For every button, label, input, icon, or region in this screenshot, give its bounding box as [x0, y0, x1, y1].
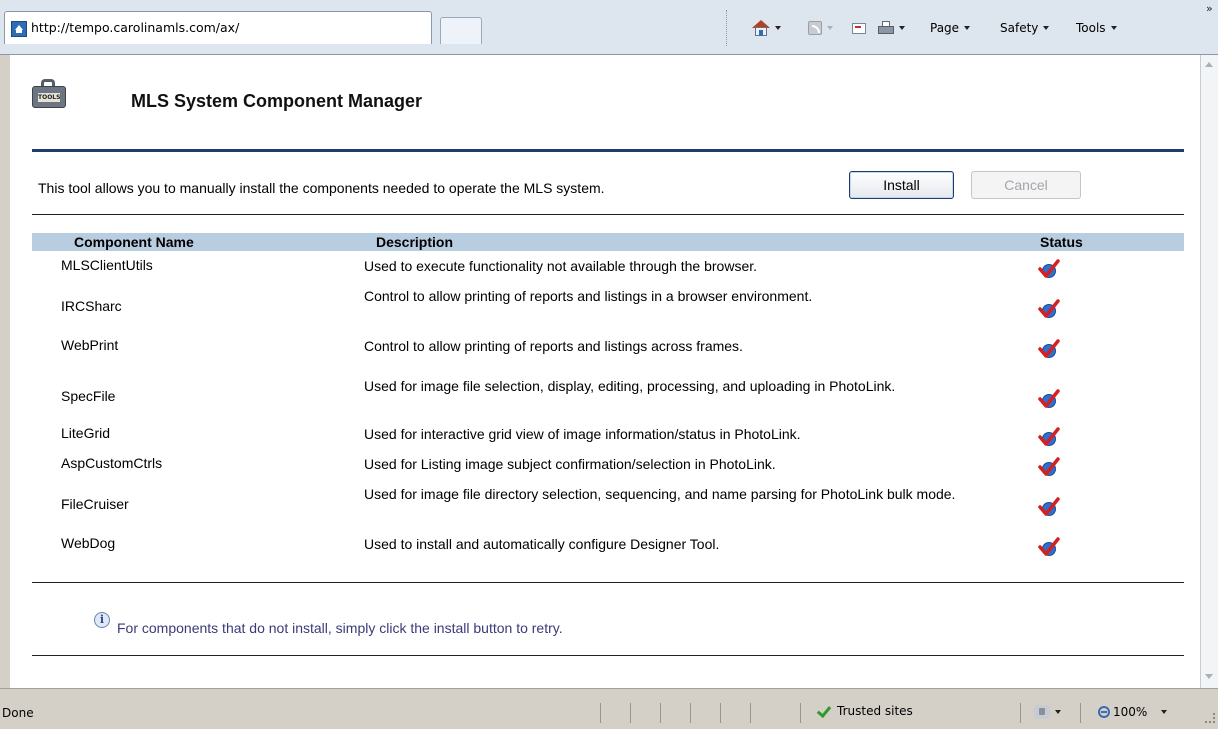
status-divider: [1080, 703, 1081, 723]
page-viewport: TOOLS MLS System Component Manager This …: [10, 55, 1200, 688]
component-description: Control to allow printing of reports and…: [364, 338, 743, 354]
column-header-status: Status: [1040, 234, 1083, 250]
chevron-down-icon: [1161, 710, 1168, 714]
read-mail-button[interactable]: [852, 17, 866, 39]
lock-icon: [1034, 705, 1050, 719]
installed-check-icon: [1037, 497, 1060, 517]
component-name: MLSClientUtils: [61, 257, 153, 273]
install-button[interactable]: Install: [849, 171, 954, 199]
scroll-up-icon[interactable]: [1202, 57, 1217, 73]
component-description: Used for Listing image subject confirmat…: [364, 456, 776, 472]
mail-icon: [852, 22, 866, 34]
tools-menu-label: Tools: [1076, 21, 1106, 35]
home-icon: [752, 20, 770, 36]
zoom-button[interactable]: 100%: [1098, 705, 1168, 719]
check-icon: [816, 704, 830, 718]
more-commands-icon[interactable]: »: [1206, 2, 1213, 15]
chevron-down-icon: [1055, 710, 1061, 714]
home-button[interactable]: [752, 17, 781, 39]
toolbar-separator: [726, 10, 730, 46]
status-divider: [720, 703, 721, 723]
installed-check-icon: [1037, 457, 1060, 477]
installed-check-icon: [1037, 427, 1060, 447]
safety-menu-label: Safety: [1000, 21, 1039, 35]
column-header-name: Component Name: [74, 234, 194, 250]
site-favicon-icon: [11, 21, 27, 37]
component-description: Control to allow printing of reports and…: [364, 288, 813, 304]
component-description: Used for interactive grid view of image …: [364, 426, 801, 442]
resize-grip[interactable]: [1205, 713, 1215, 723]
vertical-scrollbar[interactable]: [1200, 55, 1218, 688]
browser-toolbar: http://tempo.carolinamls.com/ax/ Page Sa…: [0, 0, 1218, 55]
status-divider: [630, 703, 631, 723]
table-header: [32, 233, 1184, 251]
component-name: SpecFile: [61, 388, 116, 404]
security-zone[interactable]: Trusted sites: [816, 704, 913, 718]
zoom-icon: [1098, 706, 1110, 718]
intro-divider: [32, 214, 1184, 215]
scroll-down-icon[interactable]: [1202, 669, 1217, 685]
toolbox-icon: TOOLS: [32, 79, 66, 109]
table-bottom-divider: [32, 582, 1184, 583]
page-menu[interactable]: Page: [930, 17, 971, 39]
chevron-down-icon[interactable]: [827, 26, 833, 30]
installed-check-icon: [1037, 339, 1060, 359]
page-title: MLS System Component Manager: [131, 91, 423, 111]
status-divider: [660, 703, 661, 723]
status-divider: [1020, 703, 1021, 723]
protected-mode-button[interactable]: [1034, 705, 1061, 719]
installed-check-icon: [1037, 389, 1060, 409]
feed-icon: [808, 21, 822, 35]
chevron-down-icon[interactable]: [899, 26, 905, 30]
column-header-description: Description: [376, 234, 454, 250]
component-description: Used for image file selection, display, …: [364, 378, 896, 394]
component-description: Used to install and automatically config…: [364, 536, 720, 552]
status-bar: Done Trusted sites 100%: [0, 688, 1218, 729]
chevron-down-icon: [1043, 26, 1050, 30]
zoom-level: 100%: [1113, 705, 1148, 719]
component-name: WebPrint: [61, 337, 119, 353]
status-divider: [800, 703, 801, 723]
chevron-down-icon[interactable]: [775, 26, 781, 30]
tab-url: http://tempo.carolinamls.com/ax/: [31, 20, 240, 35]
browser-tab-active[interactable]: http://tempo.carolinamls.com/ax/: [4, 11, 432, 44]
page-menu-label: Page: [930, 21, 960, 35]
print-icon: [878, 21, 894, 35]
new-tab-button[interactable]: [440, 17, 482, 44]
info-icon: i: [94, 612, 110, 628]
title-divider: [32, 149, 1184, 152]
component-description: Used for image file directory selection,…: [364, 486, 956, 502]
status-text: Done: [2, 706, 34, 720]
safety-menu[interactable]: Safety: [1000, 17, 1050, 39]
status-divider: [690, 703, 691, 723]
tools-menu[interactable]: Tools: [1076, 17, 1117, 39]
status-divider: [750, 703, 751, 723]
toolbox-tag: TOOLS: [38, 93, 61, 102]
component-description: Used to execute functionality not availa…: [364, 258, 758, 274]
security-zone-label: Trusted sites: [837, 704, 913, 718]
installed-check-icon: [1037, 537, 1060, 557]
component-name: FileCruiser: [61, 496, 129, 512]
installed-check-icon: [1037, 259, 1060, 279]
print-button[interactable]: [878, 17, 905, 39]
component-name: WebDog: [61, 535, 116, 551]
feeds-button[interactable]: [808, 17, 833, 39]
retry-tip: For components that do not install, simp…: [117, 620, 563, 636]
component-name: IRCSharc: [61, 298, 122, 314]
component-name: AspCustomCtrls: [61, 455, 163, 471]
installed-check-icon: [1037, 299, 1060, 319]
cancel-button: Cancel: [971, 171, 1081, 199]
chevron-down-icon: [1110, 26, 1117, 30]
chevron-down-icon: [964, 26, 971, 30]
intro-text: This tool allows you to manually install…: [38, 180, 605, 196]
status-divider: [600, 703, 601, 723]
component-name: LiteGrid: [61, 425, 111, 441]
footer-divider: [32, 655, 1184, 656]
